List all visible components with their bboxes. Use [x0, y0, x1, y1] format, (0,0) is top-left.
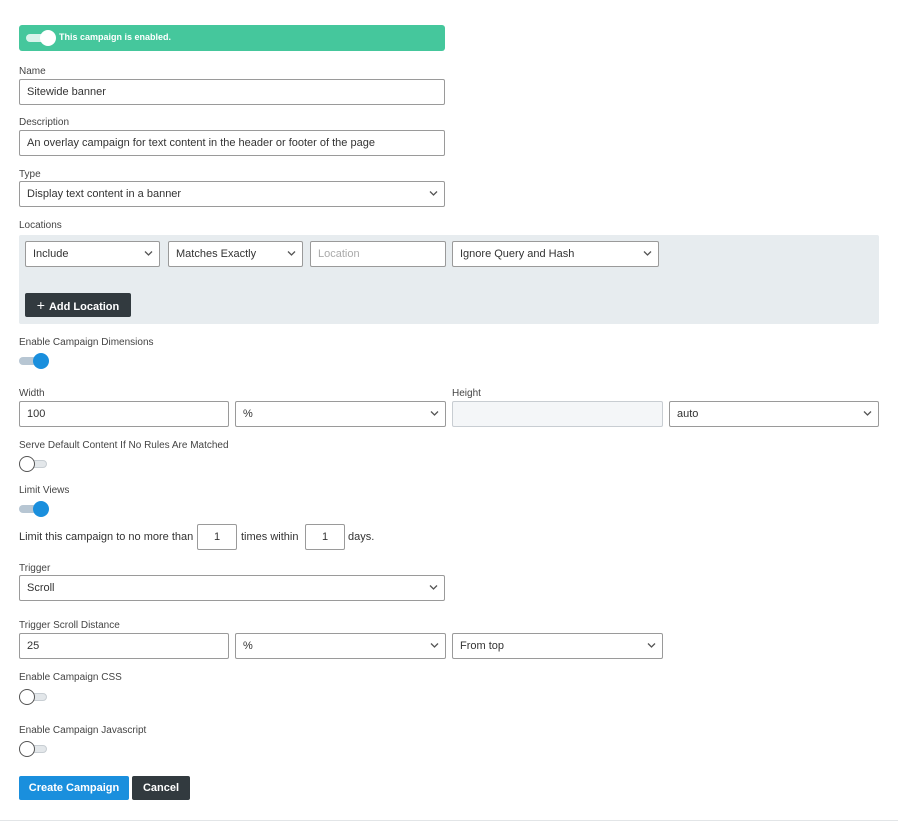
chevron-down-icon — [287, 250, 296, 257]
chevron-down-icon — [429, 584, 438, 591]
limit-views-toggle[interactable] — [19, 501, 49, 517]
limit-views-label: Limit Views — [19, 485, 70, 496]
chevron-down-icon — [643, 250, 652, 257]
bottom-divider — [0, 820, 898, 821]
type-label: Type — [19, 169, 41, 180]
cancel-button[interactable]: Cancel — [132, 776, 190, 800]
scroll-distance-label: Trigger Scroll Distance — [19, 620, 120, 631]
chevron-down-icon — [647, 642, 656, 649]
height-input[interactable] — [452, 401, 663, 427]
add-location-button[interactable]: + Add Location — [25, 293, 131, 317]
campaign-css-label: Enable Campaign CSS — [19, 672, 122, 683]
dimensions-label: Enable Campaign Dimensions — [19, 337, 154, 348]
scroll-distance-input[interactable]: 25 — [19, 633, 229, 659]
height-unit-value: auto — [677, 408, 699, 420]
chevron-down-icon — [430, 642, 439, 649]
locations-label: Locations — [19, 220, 62, 231]
campaign-css-toggle[interactable] — [19, 689, 49, 705]
description-input[interactable]: An overlay campaign for text content in … — [19, 130, 445, 156]
plus-icon: + — [36, 297, 45, 313]
description-label: Description — [19, 117, 70, 128]
serve-default-label: Serve Default Content If No Rules Are Ma… — [19, 440, 229, 451]
width-label: Width — [19, 388, 45, 399]
campaign-status-banner: This campaign is enabled. — [19, 25, 445, 51]
limit-days-input[interactable]: 1 — [305, 524, 345, 550]
locations-panel: Include Matches Exactly Location Ignore … — [19, 235, 879, 324]
campaign-enabled-toggle[interactable] — [26, 30, 56, 46]
campaign-js-toggle[interactable] — [19, 741, 49, 757]
location-include-value: Include — [33, 248, 69, 260]
name-label: Name — [19, 66, 46, 77]
trigger-label: Trigger — [19, 563, 51, 574]
location-include-select[interactable]: Include — [25, 241, 160, 267]
campaign-js-label: Enable Campaign Javascript — [19, 725, 147, 736]
add-location-label: Add Location — [48, 301, 120, 313]
name-input[interactable]: Sitewide banner — [19, 79, 445, 105]
chevron-down-icon — [863, 410, 872, 417]
limit-views-middle: times within — [241, 531, 299, 543]
location-query-select[interactable]: Ignore Query and Hash — [452, 241, 659, 267]
scroll-origin-value: From top — [460, 640, 505, 652]
trigger-select[interactable]: Scroll — [19, 575, 445, 601]
serve-default-toggle[interactable] — [19, 456, 49, 472]
chevron-down-icon — [430, 410, 439, 417]
type-select-value: Display text content in a banner — [27, 188, 182, 200]
width-input[interactable]: 100 — [19, 401, 229, 427]
scroll-origin-select[interactable]: From top — [452, 633, 663, 659]
height-unit-select[interactable]: auto — [669, 401, 879, 427]
location-input[interactable]: Location — [310, 241, 446, 267]
width-unit-select[interactable]: % — [235, 401, 446, 427]
dimensions-toggle[interactable] — [19, 353, 49, 369]
scroll-unit-select[interactable]: % — [235, 633, 446, 659]
location-match-select[interactable]: Matches Exactly — [168, 241, 303, 267]
campaign-status-text: This campaign is enabled. — [59, 32, 172, 42]
trigger-value: Scroll — [27, 582, 55, 594]
location-query-value: Ignore Query and Hash — [460, 248, 575, 260]
chevron-down-icon — [429, 190, 438, 197]
height-label: Height — [452, 388, 481, 399]
width-unit-value: % — [243, 408, 253, 420]
limit-views-prefix: Limit this campaign to no more than — [19, 531, 194, 543]
create-campaign-button[interactable]: Create Campaign — [19, 776, 129, 800]
type-select[interactable]: Display text content in a banner — [19, 181, 445, 207]
limit-views-suffix: days. — [348, 531, 375, 543]
scroll-unit-value: % — [243, 640, 253, 652]
limit-times-input[interactable]: 1 — [197, 524, 237, 550]
chevron-down-icon — [144, 250, 153, 257]
location-match-value: Matches Exactly — [176, 248, 257, 260]
